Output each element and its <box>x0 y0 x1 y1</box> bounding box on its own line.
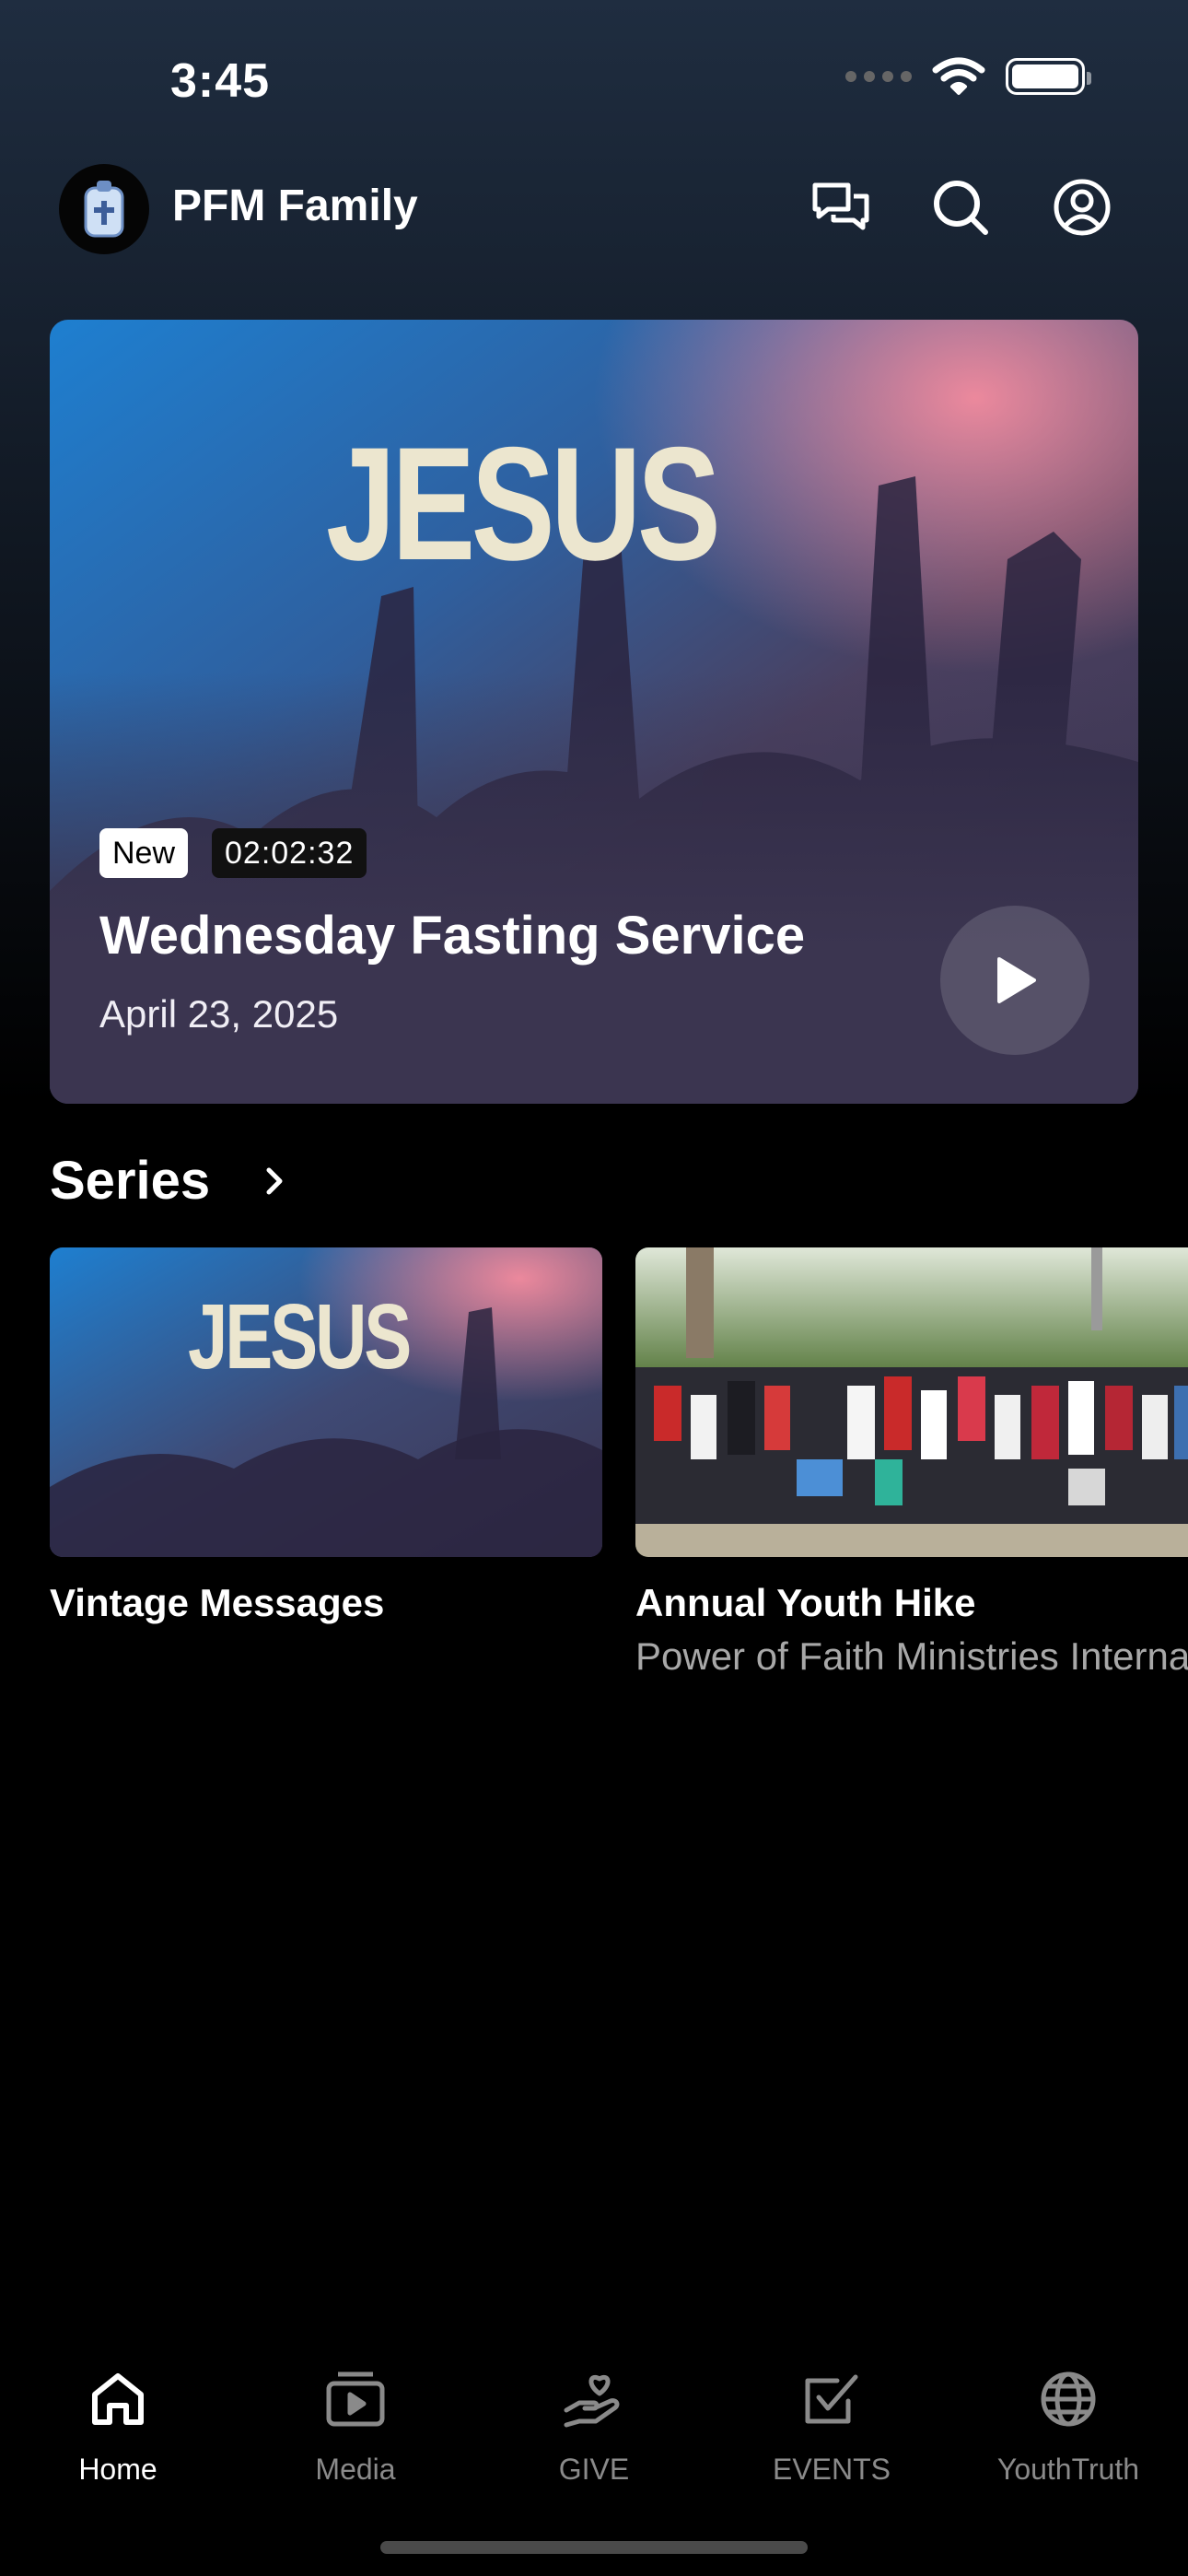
media-icon <box>326 2371 385 2427</box>
youth-hike-photo <box>635 1247 1188 1557</box>
tab-youthtruth[interactable]: YouthTruth <box>976 2366 1160 2487</box>
profile-icon[interactable] <box>1050 175 1114 240</box>
app-title: PFM Family <box>172 181 418 230</box>
series-card-title: Vintage Messages <box>50 1581 385 1624</box>
hero-art-text: JESUS <box>326 415 721 594</box>
battery-icon <box>1006 58 1091 95</box>
tab-media[interactable]: Media <box>263 2366 448 2487</box>
chat-icon[interactable] <box>809 175 873 240</box>
series-card-vintage-messages[interactable]: JESUS <box>50 1247 602 1557</box>
tab-home[interactable]: Home <box>26 2366 210 2487</box>
play-icon <box>997 957 1036 1003</box>
search-icon[interactable] <box>928 175 993 240</box>
status-time: 3:45 <box>170 54 271 108</box>
events-icon <box>805 2374 858 2424</box>
new-badge: New <box>99 828 189 878</box>
series-heading[interactable]: Series <box>50 1150 210 1212</box>
globe-icon <box>1041 2371 1096 2427</box>
chevron-right-icon[interactable] <box>256 1163 293 1200</box>
tab-label: Media <box>315 2453 396 2486</box>
cellular-signal-icon <box>845 71 912 82</box>
tab-events[interactable]: EVENTS <box>740 2366 924 2487</box>
series-card-subtitle: Power of Faith Ministries International <box>635 1634 1188 1678</box>
series-card-annual-youth-hike[interactable] <box>635 1247 1188 1557</box>
tab-label: YouthTruth <box>996 2453 1140 2486</box>
hero-title: Wednesday Fasting Service <box>99 906 806 966</box>
app-logo <box>59 164 149 254</box>
tab-label: EVENTS <box>772 2453 891 2486</box>
series-card-title: Annual Youth Hike <box>635 1581 976 1624</box>
tab-give[interactable]: GIVE <box>502 2366 686 2487</box>
tab-label: GIVE <box>558 2453 630 2486</box>
home-icon <box>92 2373 144 2425</box>
duration-badge: 02:02:32 <box>212 828 367 878</box>
give-icon <box>564 2375 620 2428</box>
status-icons <box>845 57 1091 96</box>
hero-date: April 23, 2025 <box>99 992 339 1036</box>
wifi-icon <box>932 57 985 95</box>
home-indicator[interactable] <box>380 2541 808 2554</box>
series-card-art-text: JESUS <box>188 1285 412 1388</box>
play-button[interactable] <box>940 906 1089 1055</box>
tab-label: Home <box>78 2453 157 2486</box>
